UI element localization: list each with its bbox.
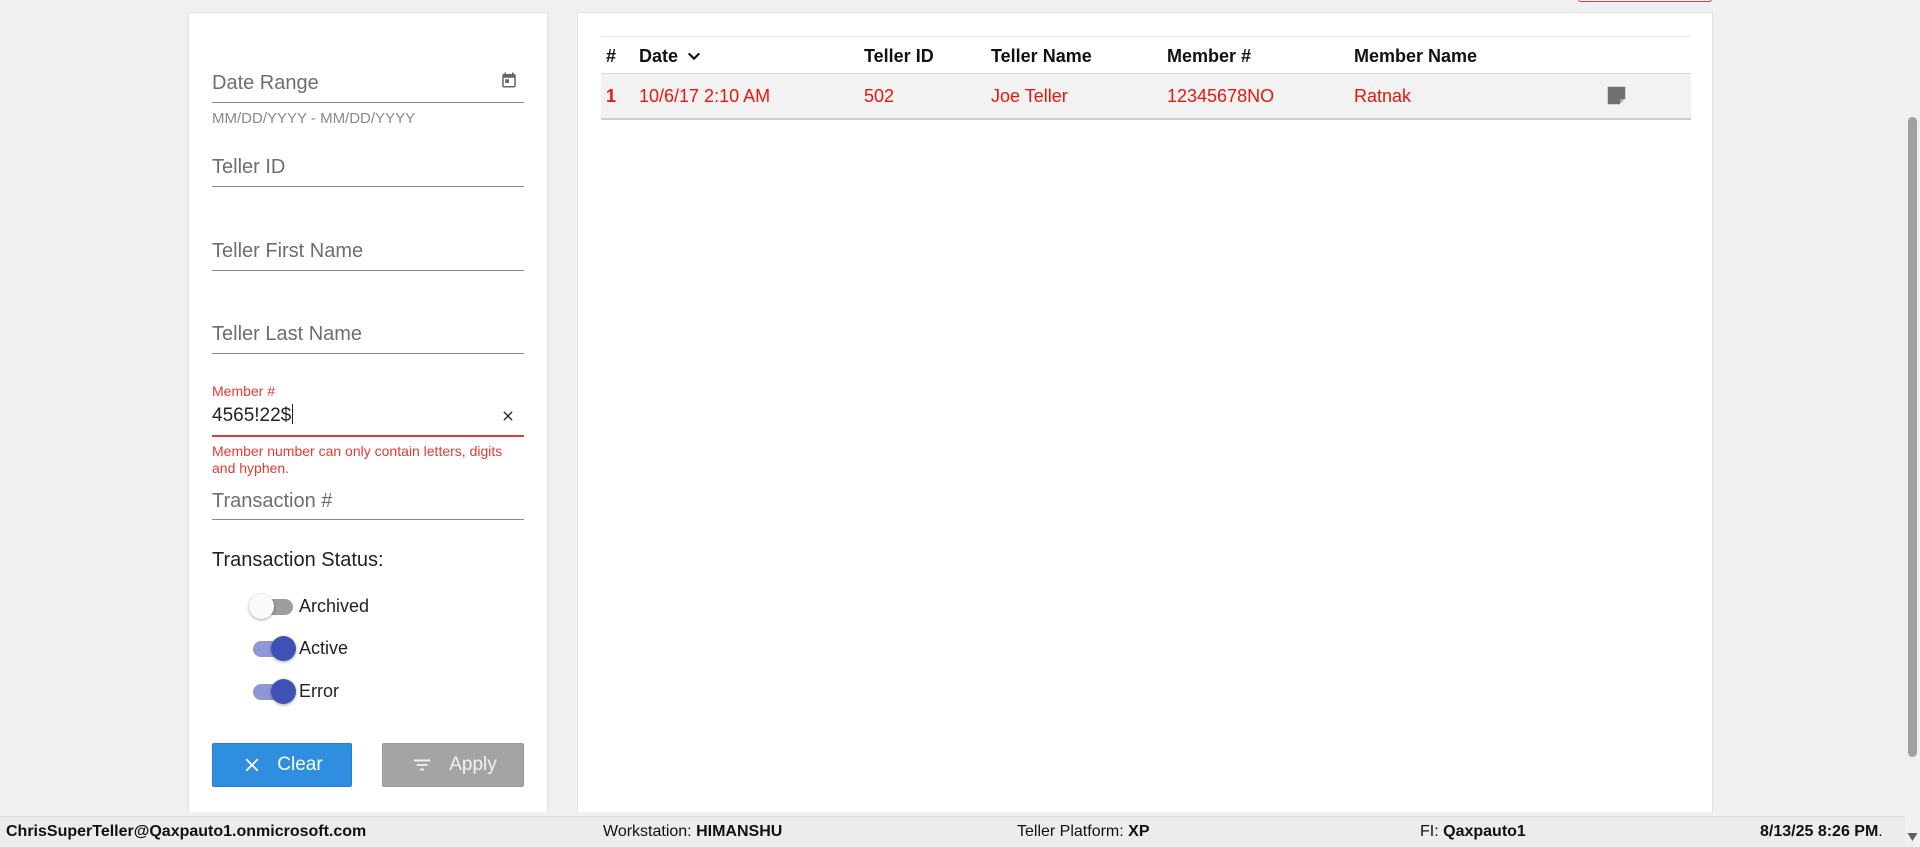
date-range-underline xyxy=(212,102,524,103)
member-number-field[interactable]: Member # 4565!22$ Member number can only… xyxy=(212,371,524,476)
clear-button-label: Clear xyxy=(277,754,323,775)
cell-teller-name: Joe Teller xyxy=(991,86,1068,106)
toggle-row-active: Active xyxy=(249,635,348,661)
teller-last-name-placeholder: Teller Last Name xyxy=(212,323,363,345)
note-icon[interactable] xyxy=(1606,85,1627,106)
filter-panel: Date Range MM/DD/YYYY - MM/DD/YYYY Telle… xyxy=(188,12,548,812)
table-header: # Date Teller ID Teller Name Member # Me… xyxy=(601,36,1691,74)
scrollbar-thumb[interactable] xyxy=(1908,117,1917,757)
member-number-label: Member # xyxy=(212,383,276,399)
apply-button-label: Apply xyxy=(449,754,497,775)
member-number-value: 4565!22$ xyxy=(212,405,292,426)
active-label: Active xyxy=(299,637,349,658)
toggle-knob xyxy=(271,679,296,704)
text-caret xyxy=(292,404,294,424)
cell-number: 1 xyxy=(606,86,617,106)
teller-first-name-placeholder: Teller First Name xyxy=(212,240,364,262)
teller-id-underline xyxy=(212,186,524,187)
column-header-member-number: Member # xyxy=(1167,46,1252,66)
workstation-info: Workstation: HIMANSHU xyxy=(603,823,783,840)
toggle-knob xyxy=(271,636,296,661)
results-table: # Date Teller ID Teller Name Member # Me… xyxy=(601,36,1691,120)
member-number-input[interactable]: 4565!22$ xyxy=(212,404,294,427)
date-range-hint: MM/DD/YYYY - MM/DD/YYYY xyxy=(212,110,416,127)
current-user: ChrisSuperTeller@Qaxpauto1.onmicrosoft.c… xyxy=(6,823,367,840)
archived-toggle[interactable] xyxy=(249,593,295,619)
table-row[interactable]: 1 10/6/17 2:10 AM 502 Joe Teller 1234567… xyxy=(601,74,1691,120)
cell-date: 10/6/17 2:10 AM xyxy=(639,86,771,106)
transaction-status-title: Transaction Status: xyxy=(212,549,384,571)
transaction-number-placeholder: Transaction # xyxy=(212,490,333,512)
teller-id-placeholder: Teller ID xyxy=(212,156,286,178)
column-header-member-name: Member Name xyxy=(1354,46,1478,66)
filter-icon xyxy=(413,759,431,771)
teller-last-name-underline xyxy=(212,353,524,354)
column-header-date-label: Date xyxy=(639,46,679,66)
column-header-number: # xyxy=(606,46,617,66)
teller-first-name-field[interactable]: Teller First Name xyxy=(212,225,524,271)
column-header-teller-id: Teller ID xyxy=(864,46,934,66)
date-range-field[interactable]: Date Range MM/DD/YYYY - MM/DD/YYYY xyxy=(212,57,524,127)
page-scrollbar[interactable] xyxy=(1905,0,1920,847)
top-action-button[interactable] xyxy=(1578,0,1712,2)
teller-id-field[interactable]: Teller ID xyxy=(212,141,524,187)
error-label: Error xyxy=(299,680,339,701)
error-toggle[interactable] xyxy=(249,678,296,704)
active-toggle[interactable] xyxy=(249,635,296,661)
toggle-row-archived: Archived xyxy=(249,593,369,619)
calendar-icon[interactable] xyxy=(500,71,518,89)
cell-member-name: Ratnak xyxy=(1354,86,1412,106)
status-bar: ChrisSuperTeller@Qaxpauto1.onmicrosoft.c… xyxy=(0,816,1905,847)
clear-input-icon[interactable] xyxy=(500,408,516,424)
archived-label: Archived xyxy=(299,595,370,616)
cell-member-number: 12345678NO xyxy=(1167,86,1275,106)
date-range-placeholder: Date Range xyxy=(212,72,319,94)
member-number-error-underline xyxy=(212,435,524,437)
transaction-number-field[interactable]: Transaction # xyxy=(212,475,524,521)
toggle-knob xyxy=(249,594,274,619)
close-icon xyxy=(245,758,259,772)
teller-platform-info: Teller Platform: XP xyxy=(1017,823,1150,840)
column-header-date[interactable]: Date xyxy=(639,46,703,67)
sort-chevron-down-icon xyxy=(687,52,701,61)
current-datetime: 8/13/25 8:26 PM. xyxy=(1760,823,1883,840)
column-header-teller-name: Teller Name xyxy=(991,46,1092,66)
apply-button[interactable]: Apply xyxy=(382,743,524,787)
teller-first-name-underline xyxy=(212,270,524,271)
clear-button[interactable]: Clear xyxy=(212,743,352,787)
member-number-error-message: Member number can only contain letters, … xyxy=(212,443,503,476)
cell-teller-id: 502 xyxy=(864,86,895,106)
transaction-number-underline xyxy=(212,519,524,520)
toggle-row-error: Error xyxy=(249,678,339,704)
scroll-down-arrow-icon[interactable] xyxy=(1907,833,1918,841)
fi-info: FI: Qaxpauto1 xyxy=(1420,823,1526,840)
teller-last-name-field[interactable]: Teller Last Name xyxy=(212,308,524,354)
results-panel: # Date Teller ID Teller Name Member # Me… xyxy=(577,12,1713,812)
